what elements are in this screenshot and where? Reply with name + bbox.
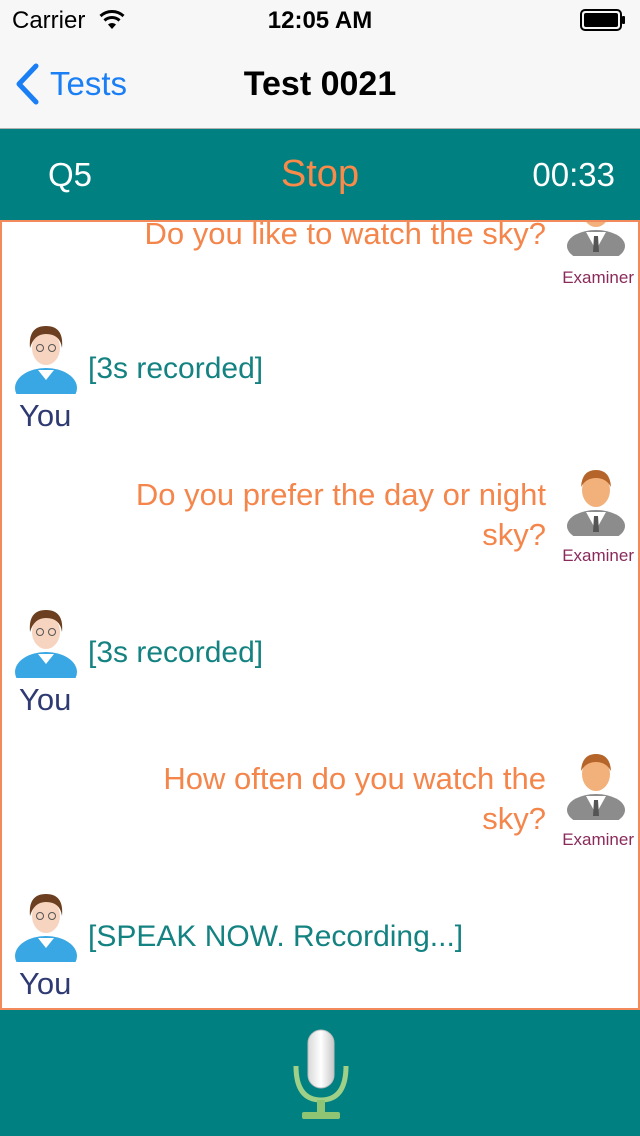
user-response: [3s recorded] bbox=[88, 636, 264, 669]
examiner-label: Examiner bbox=[562, 268, 634, 287]
examiner-avatar-icon bbox=[567, 754, 625, 820]
examiner-question: How often do you watch the sky? bbox=[163, 759, 546, 839]
examiner-avatar-icon bbox=[567, 470, 625, 536]
user-message: [3s recorded] You bbox=[2, 318, 638, 438]
user-avatar-icon bbox=[15, 894, 77, 962]
examiner-question: Do you like to watch the sky? bbox=[144, 220, 546, 254]
question-line: Do you prefer the day or night bbox=[135, 477, 546, 512]
timer: 00:33 bbox=[532, 156, 615, 193]
examiner-message: Do you prefer the day or night sky? Exam… bbox=[2, 458, 638, 568]
examiner-question: Do you prefer the day or night sky? bbox=[136, 475, 546, 555]
recording-bar bbox=[0, 1010, 640, 1136]
status-time: 12:05 AM bbox=[267, 7, 373, 34]
navigation-bar: Tests Test 0021 bbox=[0, 40, 640, 129]
conversation-list[interactable]: Do you like to watch the sky? Examiner [… bbox=[0, 220, 640, 1010]
question-line: How often do you watch the bbox=[163, 761, 546, 796]
user-response: [3s recorded] bbox=[88, 352, 264, 385]
question-line: sky? bbox=[482, 517, 546, 552]
user-response: [SPEAK NOW. Recording...] bbox=[88, 920, 464, 953]
user-message: [SPEAK NOW. Recording...] You bbox=[2, 886, 638, 1006]
user-label: You bbox=[19, 966, 72, 1001]
page-title: Test 0021 bbox=[243, 65, 397, 103]
examiner-label: Examiner bbox=[562, 830, 634, 849]
examiner-message: Do you like to watch the sky? Examiner bbox=[2, 222, 638, 292]
question-line: sky? bbox=[482, 801, 546, 836]
user-label: You bbox=[19, 682, 72, 717]
status-bar: Carrier 12:05 AM bbox=[0, 0, 640, 40]
examiner-avatar-icon bbox=[567, 222, 625, 256]
user-message: [3s recorded] You bbox=[2, 602, 638, 722]
question-line: Do you like to watch the sky? bbox=[144, 220, 546, 251]
user-label: You bbox=[19, 398, 72, 433]
microphone-icon[interactable] bbox=[286, 1026, 356, 1126]
battery-icon bbox=[580, 9, 625, 31]
user-avatar-icon bbox=[15, 326, 77, 394]
examiner-message: How often do you watch the sky? Examiner bbox=[2, 742, 638, 852]
user-avatar-icon bbox=[15, 610, 77, 678]
examiner-label: Examiner bbox=[562, 546, 634, 565]
test-control-bar: Q5 Stop 00:33 bbox=[0, 129, 640, 220]
